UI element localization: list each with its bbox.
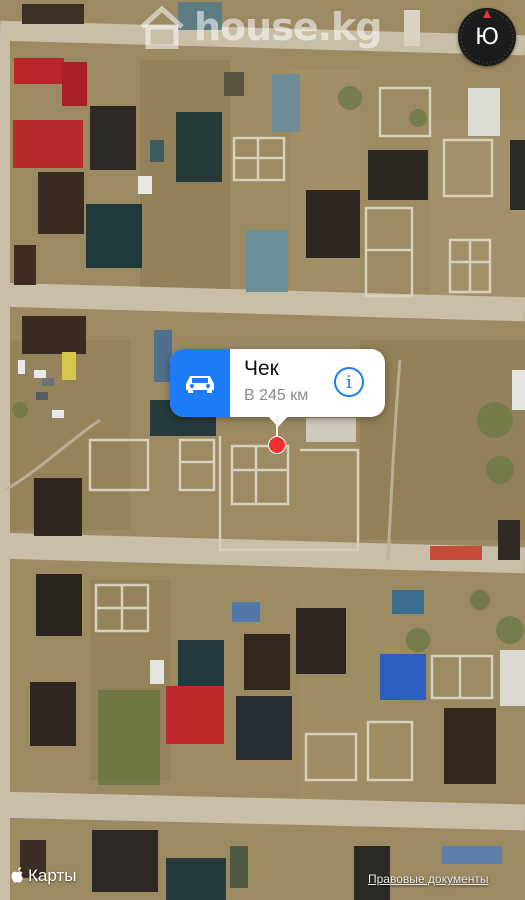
callout-tail [267,415,289,427]
info-icon-glyph: i [346,371,352,393]
location-title: Чек [244,357,279,380]
apple-logo-icon [11,867,23,883]
info-icon[interactable]: i [334,367,364,397]
location-distance: В 245 км [244,387,309,404]
directions-button[interactable] [170,349,230,417]
maps-brand: Карты [10,866,76,886]
car-icon [186,376,214,393]
location-callout[interactable]: Чек В 245 км i [170,349,385,427]
compass-button[interactable]: Ю [458,8,516,66]
compass-direction-label: Ю [475,24,499,50]
maps-brand-label: Карты [28,866,77,885]
legal-documents-link[interactable]: Правовые документы [368,872,489,886]
location-pin-icon[interactable] [268,436,286,454]
satellite-map[interactable] [0,0,525,900]
